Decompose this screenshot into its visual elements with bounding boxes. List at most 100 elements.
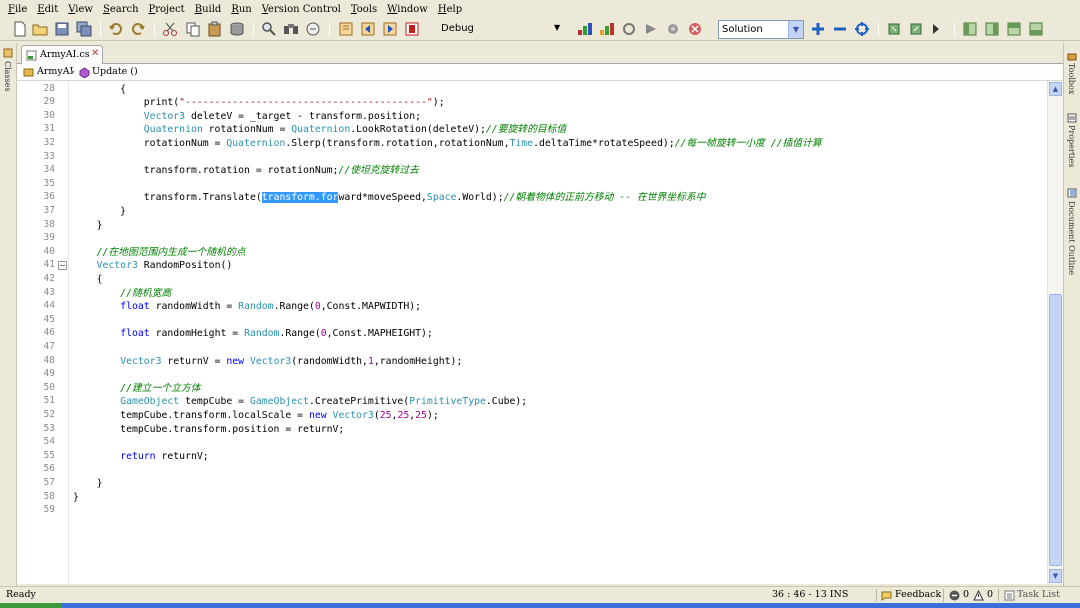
classes-pad-tab[interactable]: Classes: [3, 61, 12, 92]
chevron-down-icon[interactable]: ▼: [788, 21, 803, 38]
classes-icon[interactable]: [3, 48, 13, 58]
step-over-icon[interactable]: [908, 21, 924, 37]
breadcrumb-class[interactable]: ArmyAI: [37, 66, 73, 77]
menu-item-view[interactable]: View: [63, 1, 98, 18]
code-line[interactable]: float randomWidth = Random.Range(0,Const…: [73, 300, 421, 314]
configuration-selector[interactable]: Debug: [441, 23, 474, 34]
code-line[interactable]: tempCube.transform.localScale = new Vect…: [73, 409, 439, 423]
copy-icon[interactable]: [185, 21, 201, 37]
build-icon[interactable]: [577, 21, 593, 37]
tab-armyai-cs[interactable]: ArmyAI.cs ✕: [21, 45, 103, 64]
code-line[interactable]: //随机宽高: [73, 287, 171, 301]
code-line[interactable]: print("---------------------------------…: [73, 96, 445, 110]
menu-item-run[interactable]: Run: [226, 1, 256, 18]
open-folder-icon[interactable]: [32, 21, 48, 37]
bookmark-toggle-icon[interactable]: [338, 21, 354, 37]
bookmark-clear-icon[interactable]: [404, 21, 420, 37]
feedback-icon[interactable]: [881, 590, 892, 601]
find-in-files-icon[interactable]: [283, 21, 299, 37]
attach-debugger-icon[interactable]: [621, 21, 637, 37]
feedback-button[interactable]: Feedback: [895, 589, 941, 600]
code-editor[interactable]: 28 29 30 31 32 33 34 35 36 37 38 39 40 41−42 43 44 45 46 4…: [17, 81, 1047, 584]
code-line[interactable]: //在地图范围内生成一个随机的点: [73, 246, 246, 260]
status-text: Ready: [6, 589, 36, 600]
document-outline-pad-tab[interactable]: Document Outline: [1067, 201, 1076, 275]
code-line[interactable]: Vector3 deleteV = _target - transform.po…: [73, 110, 421, 124]
error-icon[interactable]: [949, 590, 960, 601]
toolbox-pad-tab[interactable]: Toolbox: [1067, 63, 1076, 94]
remove-icon[interactable]: [832, 21, 848, 37]
task-list-button[interactable]: Task List: [1017, 589, 1060, 600]
layout-bottom-icon[interactable]: [1028, 21, 1044, 37]
menu-item-help[interactable]: Help: [433, 1, 467, 18]
paste-icon[interactable]: [207, 21, 223, 37]
code-line[interactable]: //建立一个立方体: [73, 382, 200, 396]
code-line[interactable]: transform.rotation = rotationNum;//使坦克旋转…: [73, 164, 419, 178]
save-icon[interactable]: [54, 21, 70, 37]
code-line[interactable]: }: [73, 219, 103, 233]
layout-top-icon[interactable]: [1006, 21, 1022, 37]
chevron-down-icon[interactable]: ▼: [554, 23, 560, 32]
start-button[interactable]: [0, 603, 62, 608]
layout-right-icon[interactable]: [984, 21, 1000, 37]
solution-selector[interactable]: Solution ▼: [718, 20, 804, 39]
add-icon[interactable]: [810, 21, 826, 37]
step-out-icon[interactable]: [930, 21, 946, 37]
step-into-icon[interactable]: [886, 21, 902, 37]
menu-item-build[interactable]: Build: [190, 1, 227, 18]
left-dock: Classes: [0, 43, 17, 586]
code-line[interactable]: }: [73, 477, 103, 491]
code-line[interactable]: return returnV;: [73, 450, 208, 464]
cut-icon[interactable]: [162, 21, 178, 37]
warning-icon[interactable]: [973, 589, 984, 601]
properties-pad-tab[interactable]: Properties: [1067, 125, 1076, 167]
run-icon[interactable]: [643, 21, 659, 37]
replace-icon[interactable]: [305, 21, 321, 37]
code-line[interactable]: transform.Translate(transform.forward*mo…: [73, 191, 706, 205]
save-all-icon[interactable]: [76, 21, 92, 37]
code-line[interactable]: {: [73, 273, 103, 287]
task-list-icon[interactable]: [1004, 590, 1015, 601]
menu-item-project[interactable]: Project: [144, 1, 190, 18]
bookmark-prev-icon[interactable]: [360, 21, 376, 37]
scrollbar-thumb[interactable]: [1049, 294, 1062, 566]
code-line[interactable]: }: [73, 205, 126, 219]
new-file-icon[interactable]: [12, 21, 28, 37]
document-outline-icon[interactable]: [1067, 188, 1077, 198]
close-icon[interactable]: ✕: [91, 48, 99, 59]
menu-item-tools[interactable]: Tools: [346, 1, 382, 18]
layout-left-icon[interactable]: [962, 21, 978, 37]
code-line[interactable]: float randomHeight = Random.Range(0,Cons…: [73, 327, 433, 341]
rebuild-icon[interactable]: [599, 21, 615, 37]
redo-icon[interactable]: [130, 21, 146, 37]
debug-icon[interactable]: [665, 21, 681, 37]
menu-item-search[interactable]: Search: [98, 1, 144, 18]
scroll-down-icon[interactable]: ▼: [1049, 569, 1062, 583]
status-bar: Ready 36 : 46 - 13 INS Feedback 0 0 Task…: [0, 586, 1080, 603]
bookmark-next-icon[interactable]: [382, 21, 398, 37]
fold-toggle-icon[interactable]: −: [58, 261, 67, 271]
properties-icon[interactable]: [1067, 113, 1077, 123]
code-line[interactable]: Quaternion rotationNum = Quaternion.Look…: [73, 123, 567, 137]
code-line[interactable]: {: [73, 83, 126, 97]
target-icon[interactable]: [854, 21, 870, 37]
breadcrumb-method[interactable]: Update (): [92, 66, 138, 77]
code-line[interactable]: }: [73, 491, 79, 505]
code-line[interactable]: GameObject tempCube = GameObject.CreateP…: [73, 395, 527, 409]
menu-item-version-control[interactable]: Version Control: [257, 1, 346, 18]
stop-icon[interactable]: [687, 21, 703, 37]
menu-item-edit[interactable]: Edit: [32, 1, 63, 18]
toolbox-icon[interactable]: [1067, 51, 1077, 61]
line-number: 28: [43, 82, 55, 94]
code-line[interactable]: Vector3 returnV = new Vector3(randomWidt…: [73, 355, 462, 369]
delete-icon[interactable]: [229, 21, 245, 37]
code-line[interactable]: Vector3 RandomPositon(): [73, 259, 233, 273]
find-icon[interactable]: [261, 21, 277, 37]
scroll-up-icon[interactable]: ▲: [1049, 82, 1062, 96]
undo-icon[interactable]: [108, 21, 124, 37]
menu-item-file[interactable]: File: [3, 1, 32, 18]
code-line[interactable]: rotationNum = Quaternion.Slerp(transform…: [73, 137, 822, 151]
vertical-scrollbar[interactable]: ▲ ▼: [1047, 81, 1063, 584]
menu-item-window[interactable]: Window: [382, 1, 433, 18]
code-line[interactable]: tempCube.transform.position = returnV;: [73, 423, 344, 437]
